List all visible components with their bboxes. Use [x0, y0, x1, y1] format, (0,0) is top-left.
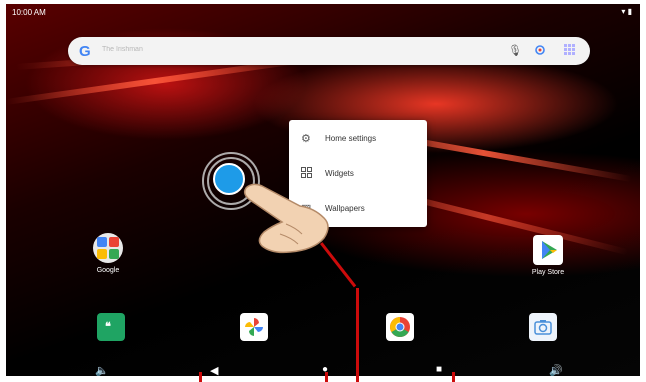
wifi-icon: ▾: [621, 7, 626, 16]
callout-tick: [452, 372, 455, 382]
app-google-folder[interactable]: Google: [78, 233, 138, 274]
apps-grid-icon[interactable]: [564, 44, 575, 58]
lens-icon[interactable]: [534, 44, 546, 59]
callout-tick: [325, 372, 328, 382]
hand-pointer-icon: [243, 183, 329, 254]
app-play-store[interactable]: Play Store: [518, 235, 578, 276]
home-screen: 10:00 AM ▾ ▮ G 🎙 ⚙ Home settings: [6, 4, 640, 376]
battery-icon: ▮: [627, 7, 632, 16]
hangouts-icon[interactable]: ❝: [97, 313, 125, 341]
widgets-icon: [301, 167, 312, 181]
recents-icon[interactable]: ■: [436, 364, 442, 375]
app-label: Google: [96, 267, 120, 274]
app-label: Play Store: [531, 269, 565, 276]
callout-tick: [199, 372, 202, 382]
tablet-frame: 10:00 AM ▾ ▮ G 🎙 ⚙ Home settings: [0, 0, 646, 382]
callout-line: [356, 288, 359, 382]
search-bar[interactable]: G 🎙: [68, 37, 590, 65]
search-input[interactable]: [100, 45, 404, 54]
menu-item-home-settings[interactable]: ⚙ Home settings: [289, 122, 427, 157]
chrome-icon[interactable]: [386, 313, 414, 341]
google-folder-icon: [93, 233, 123, 263]
volume-down-icon[interactable]: 🔈: [95, 364, 109, 376]
status-icons: ▾ ▮: [621, 7, 632, 16]
touch-point: [213, 163, 245, 195]
camera-icon[interactable]: [529, 313, 557, 341]
google-logo-icon[interactable]: G: [79, 43, 91, 60]
play-store-icon: [533, 235, 563, 265]
volume-up-icon[interactable]: 🔊: [549, 364, 563, 376]
menu-item-label: Home settings: [325, 134, 377, 143]
photos-icon[interactable]: [240, 313, 268, 341]
back-icon[interactable]: ◀: [210, 364, 218, 376]
menu-item-label: Widgets: [325, 169, 354, 178]
mic-icon[interactable]: 🎙: [508, 44, 522, 57]
gear-icon: ⚙: [301, 133, 311, 145]
status-bar: 10:00 AM ▾ ▮: [6, 4, 640, 20]
status-time: 10:00 AM: [12, 8, 46, 17]
